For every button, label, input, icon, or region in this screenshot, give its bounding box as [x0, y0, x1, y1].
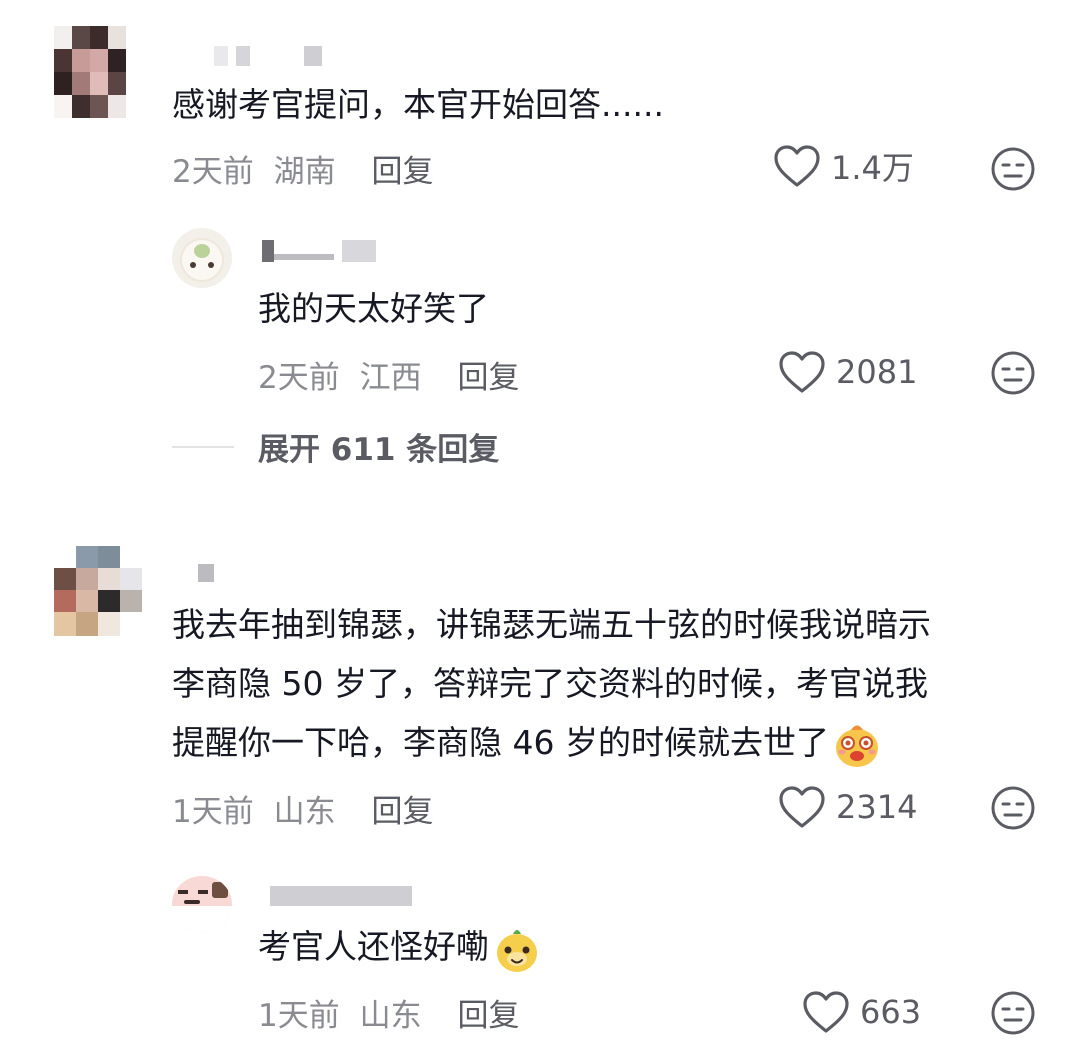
avatar[interactable]: [54, 546, 142, 636]
dislike-button[interactable]: [990, 350, 1036, 400]
comment-time: 1天前: [172, 794, 254, 830]
username-blurred[interactable]: [198, 564, 218, 586]
reply-button[interactable]: 回复: [457, 360, 519, 396]
like-button[interactable]: 1.4万: [773, 143, 914, 189]
comment-time: 2天前: [172, 154, 254, 190]
like-count: 2081: [836, 353, 918, 391]
meh-face-icon: [991, 991, 1035, 1035]
expand-replies-button[interactable]: 展开 611 条回复: [172, 424, 499, 469]
expand-replies-label: 展开 611 条回复: [258, 432, 500, 468]
dislike-button[interactable]: [990, 146, 1036, 196]
avatar[interactable]: [54, 26, 126, 118]
dislike-button[interactable]: [990, 990, 1036, 1040]
reply-button[interactable]: 回复: [457, 998, 519, 1034]
comment-meta: 1天前 山东 回复: [258, 990, 519, 1035]
like-count: 2314: [836, 788, 918, 826]
username-blurred[interactable]: [214, 46, 324, 68]
comment-text: 考官人还怪好嘞: [258, 918, 541, 976]
like-button[interactable]: 663: [802, 990, 921, 1034]
dislike-button[interactable]: [990, 785, 1036, 835]
comment-meta: 2天前 江西 回复: [258, 352, 519, 397]
comment-text-line-3-text: 提醒你一下哈，李商隐 46 岁的时候就去世了: [172, 723, 829, 762]
heart-outline-icon: [803, 991, 849, 1033]
like-button[interactable]: 2081: [778, 350, 917, 394]
comment-text: 感谢考官提问，本官开始回答......: [172, 85, 664, 124]
reply-button[interactable]: 回复: [371, 794, 433, 830]
comment-text-line-1: 我去年抽到锦瑟，讲锦瑟无端五十弦的时候我说暗示: [172, 605, 931, 644]
comment-text-line-2: 李商隐 50 岁了，答辩完了交资料的时候，考官说我: [172, 664, 928, 703]
heart-outline-icon: [774, 145, 820, 187]
heart-outline-icon: [779, 351, 825, 393]
smiling-face-sticker: [497, 929, 537, 972]
comment-location: 山东: [273, 794, 336, 830]
meh-face-icon: [991, 351, 1035, 395]
like-count: 663: [860, 993, 922, 1031]
reply-button[interactable]: 回复: [371, 154, 433, 190]
comment-meta: 1天前 山东 回复: [172, 786, 433, 831]
laughing-face-sticker: [835, 725, 878, 767]
comment-time: 2天前: [258, 360, 340, 396]
comment-text-line-3: 提醒你一下哈，李商隐 46 岁的时候就去世了: [172, 714, 881, 772]
comment-location: 湖南: [273, 154, 336, 190]
meh-face-icon: [991, 786, 1035, 830]
comment-text-content: 考官人还怪好嘞: [258, 927, 489, 966]
avatar[interactable]: [172, 876, 232, 932]
like-button[interactable]: 2314: [778, 785, 917, 829]
divider: [172, 445, 234, 448]
username-blurred[interactable]: [262, 240, 382, 262]
username-blurred[interactable]: [270, 886, 412, 908]
like-count: 1.4万: [831, 149, 914, 187]
heart-outline-icon: [779, 786, 825, 828]
comment-time: 1天前: [258, 998, 340, 1034]
comment-location: 山东: [359, 998, 422, 1034]
meh-face-icon: [991, 147, 1035, 191]
comment-location: 江西: [359, 360, 422, 396]
comment-text: 我的天太好笑了: [258, 289, 489, 328]
comment-meta: 2天前 湖南 回复: [172, 146, 433, 191]
avatar[interactable]: [172, 228, 232, 288]
